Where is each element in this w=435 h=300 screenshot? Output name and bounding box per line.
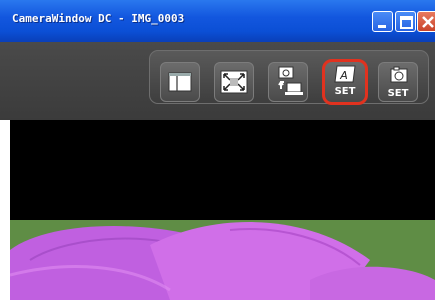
photo-preview[interactable] [10,220,435,300]
expand-arrows-icon [220,70,248,94]
flower-image [10,220,435,300]
minimize-button[interactable] [372,11,393,32]
window-title: CameraWindow DC - IMG_0003 [12,12,185,25]
app-window: CameraWindow DC - IMG_0003 A SET SET [0,0,435,300]
toolbar: A SET SET [0,42,435,120]
svg-text:A: A [339,69,348,82]
title-bar[interactable]: CameraWindow DC - IMG_0003 [0,0,435,42]
set-label: SET [387,88,409,99]
close-button[interactable] [417,11,435,32]
camera-to-computer-icon [278,66,303,95]
set-my-category-button[interactable]: A SET [322,59,368,105]
fullscreen-button[interactable] [214,62,254,102]
two-panel-layout-icon [168,72,192,92]
set-camera-button[interactable]: SET [378,62,418,102]
toolbar-button-group: A SET SET [149,50,429,105]
image-viewer-letterbox [10,120,435,220]
window-left-edge [0,120,10,300]
set-label: SET [334,86,356,97]
maximize-button[interactable] [395,11,416,32]
layout-button[interactable] [160,62,200,102]
transfer-button[interactable] [268,62,308,102]
